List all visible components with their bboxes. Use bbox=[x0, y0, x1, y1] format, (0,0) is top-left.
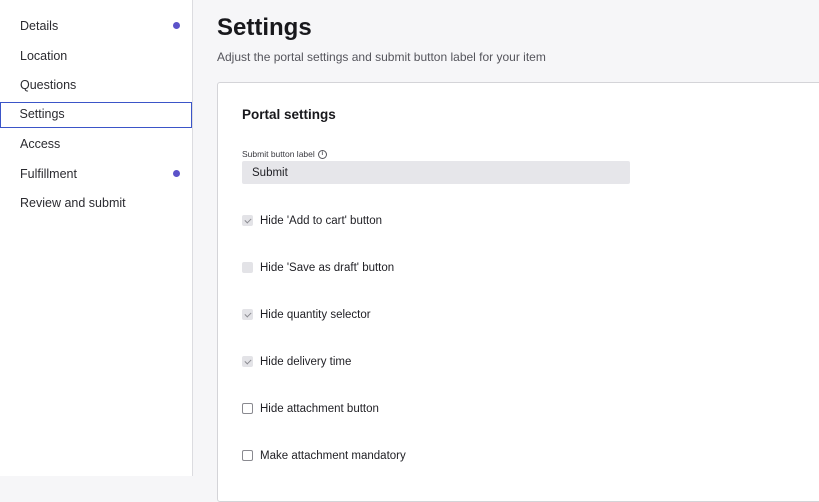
sidebar-item-label: Fulfillment bbox=[20, 167, 77, 181]
option-label: Hide attachment button bbox=[260, 403, 379, 415]
sidebar-item-label: Questions bbox=[20, 78, 77, 92]
sidebar-item-review-and-submit[interactable]: Review and submit bbox=[0, 190, 192, 216]
hide-save-as-draft-checkbox[interactable] bbox=[242, 262, 253, 273]
sidebar-item-location[interactable]: Location bbox=[0, 43, 192, 69]
hide-add-to-cart-checkbox[interactable] bbox=[242, 215, 253, 226]
option-label: Hide 'Save as draft' button bbox=[260, 262, 395, 274]
sidebar-item-label: Access bbox=[20, 137, 61, 151]
sidebar-item-label: Location bbox=[20, 49, 68, 63]
option-label: Make attachment mandatory bbox=[260, 450, 406, 462]
status-dot bbox=[173, 170, 180, 177]
option-label: Hide delivery time bbox=[260, 356, 352, 368]
main-content: Settings Adjust the portal settings and … bbox=[194, 0, 819, 502]
sidebar: Details Location Questions Settings Acce… bbox=[0, 0, 193, 476]
sidebar-item-access[interactable]: Access bbox=[0, 131, 192, 157]
section-title: Portal settings bbox=[242, 107, 336, 122]
page-title: Settings bbox=[217, 14, 312, 41]
portal-settings-card: Portal settings Submit button labeli Hid… bbox=[217, 82, 819, 502]
sidebar-item-settings[interactable]: Settings bbox=[0, 102, 192, 128]
option-label: Hide 'Add to cart' button bbox=[260, 215, 383, 227]
make-attachment-mandatory-checkbox[interactable] bbox=[242, 450, 253, 461]
field-label-text: Submit button label bbox=[242, 149, 315, 159]
hide-attachment-button-checkbox[interactable] bbox=[242, 403, 253, 414]
sidebar-item-label: Settings bbox=[19, 107, 65, 121]
option-label: Hide quantity selector bbox=[260, 309, 371, 321]
status-dot bbox=[173, 22, 180, 29]
submit-button-label-label: Submit button label i bbox=[242, 149, 327, 160]
hide-delivery-time-checkbox[interactable] bbox=[242, 356, 253, 367]
hide-quantity-selector-checkbox[interactable] bbox=[242, 309, 253, 320]
sidebar-item-label: Review and submit bbox=[20, 196, 126, 210]
sidebar-item-label: Details bbox=[20, 19, 59, 33]
info-icon[interactable]: i bbox=[317, 150, 327, 160]
sidebar-item-questions[interactable]: Questions bbox=[0, 72, 192, 98]
submit-button-label-input[interactable] bbox=[242, 161, 630, 184]
sidebar-item-fulfillment[interactable]: Fulfillment bbox=[0, 161, 192, 187]
sidebar-item-details[interactable]: Details bbox=[0, 13, 192, 39]
page-subtitle: Adjust the portal settings and submit bu… bbox=[217, 50, 546, 64]
